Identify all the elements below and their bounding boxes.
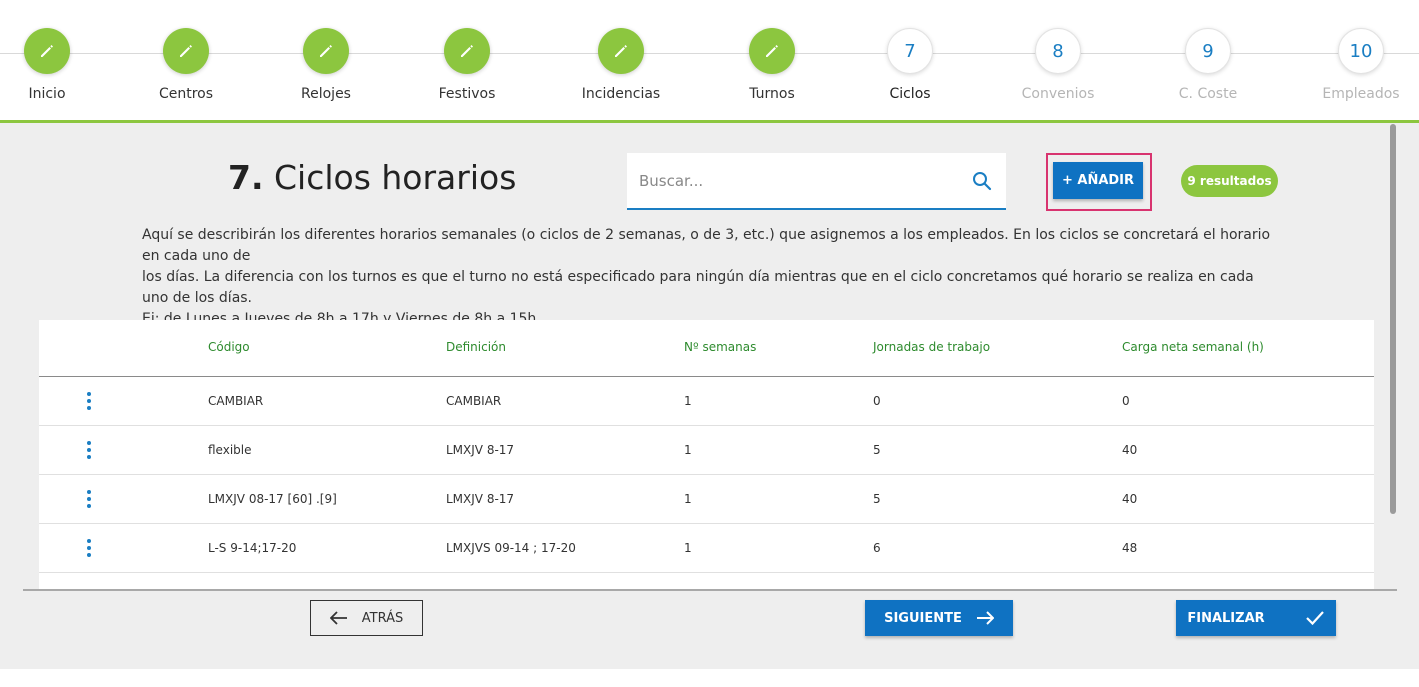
arrow-right-icon [976, 611, 994, 625]
pencil-icon [598, 28, 644, 74]
column-header-definicion[interactable]: Definición [446, 340, 506, 354]
column-header-semanas[interactable]: Nº semanas [684, 340, 756, 354]
pencil-icon [749, 28, 795, 74]
scrollbar[interactable] [1390, 124, 1396, 514]
check-icon [1305, 611, 1324, 626]
more-options-icon[interactable] [83, 539, 95, 557]
step-label: Relojes [301, 86, 351, 102]
cycles-table: Código Definición Nº semanas Jornadas de… [39, 320, 1374, 590]
cell-jornadas: 5 [873, 492, 881, 506]
cell-semanas: 1 [684, 541, 692, 555]
wizard-stepper: Inicio Centros Relojes Festivos Incidenc… [0, 0, 1419, 120]
pencil-icon [163, 28, 209, 74]
cell-jornadas: 5 [873, 443, 881, 457]
title-text: Ciclos horarios [263, 158, 517, 197]
search-box [627, 153, 1006, 210]
step-number: 9 [1185, 28, 1231, 74]
step-label: Festivos [438, 86, 496, 102]
table-header: Código Definición Nº semanas Jornadas de… [39, 320, 1374, 377]
table-row[interactable]: L-S 9-14;17-20 LMXJVS 09-14 ; 17-20 1 6 … [39, 524, 1374, 573]
arrow-left-icon [329, 611, 347, 625]
cell-carga: 48 [1122, 541, 1138, 555]
cell-jornadas: 0 [873, 394, 881, 408]
step-label: Empleados [1322, 86, 1400, 102]
step-number: 7 [887, 28, 933, 74]
page-description: Aquí se describirán los diferentes horar… [142, 225, 1272, 330]
more-options-icon[interactable] [83, 441, 95, 459]
step-label: Inicio [28, 86, 66, 102]
table-row[interactable]: CAMBIAR CAMBIAR 1 0 0 [39, 377, 1374, 426]
column-header-codigo[interactable]: Código [208, 340, 250, 354]
step-number: 10 [1338, 28, 1384, 74]
back-label: ATRÁS [361, 610, 404, 626]
column-header-carga[interactable]: Carga neta semanal (h) [1122, 340, 1264, 354]
cell-semanas: 1 [684, 443, 692, 457]
next-label: SIGUIENTE [884, 610, 962, 626]
step-label: Turnos [749, 86, 795, 102]
table-row[interactable]: LMXJV 08-17 [60] .[9] LMXJV 8-17 1 5 40 [39, 475, 1374, 524]
footer-divider [23, 589, 1397, 591]
cell-carga: 40 [1122, 443, 1138, 457]
back-button[interactable]: ATRÁS [310, 600, 423, 636]
search-icon[interactable] [970, 169, 994, 193]
more-options-icon[interactable] [83, 490, 95, 508]
cell-jornadas: 6 [873, 541, 881, 555]
description-line: Aquí se describirán los diferentes horar… [142, 227, 1271, 264]
cell-semanas: 1 [684, 394, 692, 408]
cell-definicion: LMXJVS 09-14 ; 17-20 [446, 541, 576, 555]
more-options-icon[interactable] [83, 392, 95, 410]
step-label: Ciclos [889, 86, 931, 102]
pencil-icon [24, 28, 70, 74]
cell-codigo: LMXJV 08-17 [60] .[9] [208, 492, 337, 506]
cell-carga: 0 [1122, 394, 1130, 408]
finish-button[interactable]: FINALIZAR [1176, 600, 1336, 636]
title-number: 7. [228, 158, 264, 197]
page-title: 7. Ciclos horarios [228, 158, 516, 197]
add-button[interactable]: + AÑADIR [1053, 162, 1143, 199]
results-badge: 9 resultados [1181, 165, 1278, 197]
cell-semanas: 1 [684, 492, 692, 506]
search-input[interactable] [639, 169, 959, 193]
step-label: Incidencias [581, 86, 661, 102]
step-label: Convenios [1021, 86, 1095, 102]
step-label: Centros [158, 86, 214, 102]
pencil-icon [303, 28, 349, 74]
description-line: los días. La diferencia con los turnos e… [142, 269, 1254, 306]
cell-codigo: flexible [208, 443, 252, 457]
step-label: C. Coste [1178, 86, 1238, 102]
cell-carga: 40 [1122, 492, 1138, 506]
cell-definicion: LMXJV 8-17 [446, 492, 515, 506]
cell-definicion: LMXJV 8-17 [446, 443, 515, 457]
pencil-icon [444, 28, 490, 74]
cell-codigo: CAMBIAR [208, 394, 264, 408]
next-button[interactable]: SIGUIENTE [865, 600, 1013, 636]
finish-label: FINALIZAR [1187, 610, 1265, 626]
cell-definicion: CAMBIAR [446, 394, 502, 408]
cell-codigo: L-S 9-14;17-20 [208, 541, 297, 555]
table-row[interactable]: flexible LMXJV 8-17 1 5 40 [39, 426, 1374, 475]
column-header-jornadas[interactable]: Jornadas de trabajo [873, 340, 990, 354]
step-number: 8 [1035, 28, 1081, 74]
